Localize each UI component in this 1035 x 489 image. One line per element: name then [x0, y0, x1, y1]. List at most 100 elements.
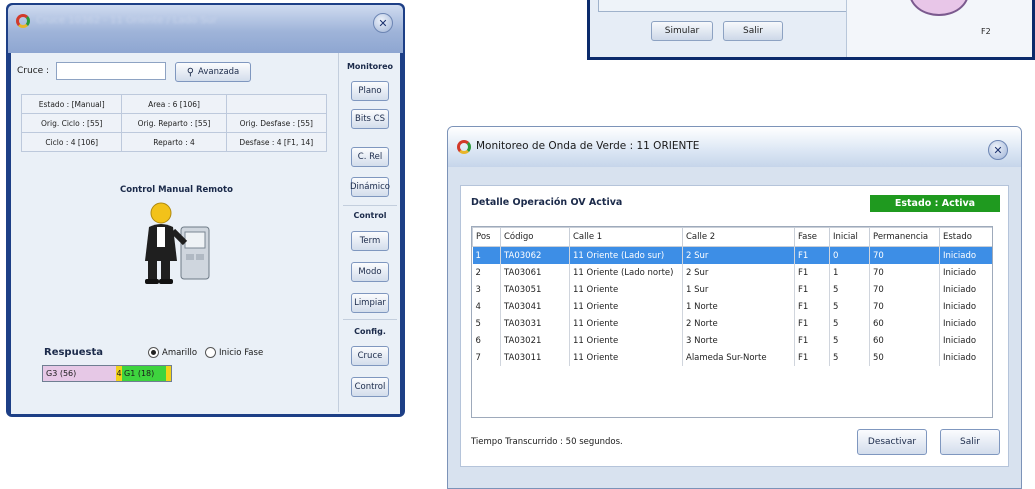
- cell-inicial: 0: [829, 246, 870, 264]
- radio-unselected-icon[interactable]: [205, 347, 216, 358]
- cruce-button[interactable]: Cruce: [351, 346, 389, 366]
- dinamico-button[interactable]: Dinámico: [350, 177, 390, 197]
- cell-codigo: TA03021: [500, 332, 570, 349]
- c-rel-button[interactable]: C. Rel: [351, 147, 389, 167]
- phase-end-marker: [166, 366, 171, 381]
- cell-pos: 4: [472, 298, 501, 315]
- app-logo-icon: [457, 140, 471, 154]
- cell-calle2: 3 Norte: [682, 332, 795, 349]
- control-window-titlebar[interactable]: Cruce 10362 - 11 Oriente / Lado Sur ✕: [8, 5, 403, 53]
- limpiar-button[interactable]: Limpiar: [351, 293, 389, 313]
- status-badge: Estado : Activa: [870, 195, 1000, 212]
- monitor-window-content: Detalle Operación OV Activa Estado : Act…: [460, 185, 1009, 467]
- column-header-estado[interactable]: Estado: [939, 227, 992, 247]
- cell-calle2: 1 Sur: [682, 281, 795, 298]
- plano-button[interactable]: Plano: [351, 81, 389, 101]
- cell-calle2: 1 Norte: [682, 298, 795, 315]
- cell-calle1: 11 Oriente: [569, 349, 683, 366]
- side-actions-panel: Monitoreo Plano Bits CS C. Rel Dinámico …: [338, 53, 398, 412]
- binoculars-icon: ⚲: [186, 66, 195, 78]
- cell-permanencia: 60: [869, 332, 940, 349]
- cell-calle2: 2 Sur: [682, 264, 795, 281]
- cell-codigo: TA03031: [500, 315, 570, 332]
- cell-pos: 5: [472, 315, 501, 332]
- cell-codigo: TA03062: [500, 246, 570, 264]
- table-row[interactable]: 4 TA03041 11 Oriente 1 Norte F1 5 70 Iniciado: [472, 298, 992, 315]
- table-row[interactable]: 6 TA03021 11 Oriente 3 Norte F1 5 60 Iniciado: [472, 332, 992, 349]
- table-row[interactable]: 1 TA03062 11 Oriente (Lado sur) 2 Sur F1 0 70 I…: [472, 246, 992, 264]
- cell-permanencia: 70: [869, 246, 940, 264]
- column-header-permanencia[interactable]: Permanencia: [869, 227, 940, 247]
- table-row[interactable]: 3 TA03051 11 Oriente 1 Sur F1 5 70 Iniciado: [472, 281, 992, 298]
- cell-estado: Iniciado: [939, 264, 992, 281]
- cell-permanencia: 70: [869, 264, 940, 281]
- intersection-search-label: Cruce :: [17, 66, 50, 76]
- monitor-window-title: Monitoreo de Onda de Verde : 11 ORIENTE: [476, 140, 700, 152]
- phase-bar: G3 (56) 4 G1 (18): [42, 365, 172, 382]
- cell-codigo: TA03041: [500, 298, 570, 315]
- phase-diagram-circle: [909, 0, 969, 16]
- cell-codigo: TA03061: [500, 264, 570, 281]
- green-wave-monitor-window: Monitoreo de Onda de Verde : 11 ORIENTE …: [447, 126, 1022, 489]
- cell-estado: Iniciado: [939, 298, 992, 315]
- table-row[interactable]: 2 TA03061 11 Oriente (Lado norte) 2 Sur F1 1 7…: [472, 264, 992, 281]
- table-row[interactable]: 5 TA03031 11 Oriente 2 Norte F1 5 60 Iniciado: [472, 315, 992, 332]
- operator-terminal-icon: [145, 202, 210, 284]
- response-option-inicio-fase-label: Inicio Fase: [219, 347, 264, 358]
- cell-fase: F1: [794, 298, 830, 315]
- cell-permanencia: 70: [869, 298, 940, 315]
- column-header-codigo[interactable]: Código: [500, 227, 570, 247]
- divider: [343, 319, 397, 320]
- advanced-search-button[interactable]: ⚲ Avanzada: [175, 62, 251, 82]
- table-header-row: Pos Código Calle 1 Calle 2 Fase Inicial …: [472, 227, 992, 247]
- app-logo-icon: [16, 14, 30, 28]
- empty-cell: [225, 94, 328, 114]
- column-header-pos[interactable]: Pos: [472, 227, 501, 247]
- simulation-left-pane: [598, 0, 860, 12]
- response-label: Respuesta: [44, 347, 103, 358]
- cell-codigo: TA03011: [500, 349, 570, 366]
- control-config-button[interactable]: Control: [351, 377, 389, 397]
- cell-inicial: 1: [829, 264, 870, 281]
- cycle-cell: Ciclo : 4 [106]: [20, 132, 123, 152]
- response-option-amarillo[interactable]: Amarillo: [148, 347, 197, 358]
- cell-calle2: 2 Sur: [682, 246, 795, 264]
- radio-selected-icon[interactable]: [148, 347, 159, 358]
- cell-permanencia: 50: [869, 349, 940, 366]
- intersection-control-window: Cruce 10362 - 11 Oriente / Lado Sur ✕ Cr…: [6, 3, 405, 417]
- control-section-title: Control: [353, 211, 387, 220]
- operation-table: Pos Código Calle 1 Calle 2 Fase Inicial …: [472, 227, 992, 366]
- close-icon[interactable]: ✕: [988, 140, 1008, 160]
- elapsed-time-label: Tiempo Transcurrido : 50 segundos.: [471, 437, 623, 447]
- cell-estado: Iniciado: [939, 246, 992, 264]
- deactivate-button[interactable]: Desactivar: [857, 429, 927, 455]
- bits-cs-button[interactable]: Bits CS: [351, 109, 389, 129]
- offset-cell: Desfase : 4 [F1, 14]: [225, 132, 328, 152]
- cell-fase: F1: [794, 332, 830, 349]
- term-button[interactable]: Term: [351, 231, 389, 251]
- column-header-calle1[interactable]: Calle 1: [569, 227, 683, 247]
- modo-button[interactable]: Modo: [351, 262, 389, 282]
- cell-pos: 6: [472, 332, 501, 349]
- intersection-search-input[interactable]: [56, 62, 166, 80]
- close-icon[interactable]: ✕: [373, 13, 393, 33]
- cell-estado: Iniciado: [939, 332, 992, 349]
- response-option-amarillo-label: Amarillo: [162, 347, 198, 358]
- column-header-inicial[interactable]: Inicial: [829, 227, 870, 247]
- response-option-inicio-fase[interactable]: Inicio Fase: [205, 347, 263, 358]
- divider: [343, 205, 397, 206]
- cell-fase: F1: [794, 349, 830, 366]
- exit-button[interactable]: Salir: [940, 429, 1000, 455]
- operation-table-container: Pos Código Calle 1 Calle 2 Fase Inicial …: [471, 226, 993, 418]
- cell-pos: 2: [472, 264, 501, 281]
- cell-estado: Iniciado: [939, 349, 992, 366]
- column-header-fase[interactable]: Fase: [794, 227, 830, 247]
- monitor-window-titlebar[interactable]: Monitoreo de Onda de Verde : 11 ORIENTE …: [448, 127, 1021, 167]
- column-header-calle2[interactable]: Calle 2: [682, 227, 795, 247]
- table-row[interactable]: 7 TA03011 11 Oriente Alameda Sur-Norte F1 5 50…: [472, 349, 992, 366]
- config-section-title: Config.: [354, 327, 386, 336]
- simulate-button[interactable]: Simular: [651, 21, 713, 41]
- split-cell: Reparto : 4: [121, 132, 227, 152]
- simulation-exit-button[interactable]: Salir: [723, 21, 783, 41]
- cell-calle2: 2 Norte: [682, 315, 795, 332]
